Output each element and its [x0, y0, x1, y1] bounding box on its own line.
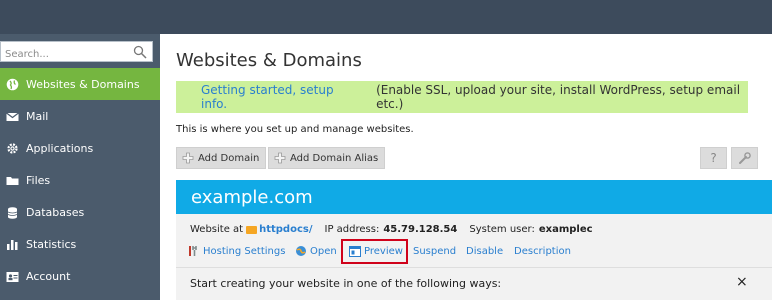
sidebar-item-websites-domains[interactable]: Websites & Domains	[0, 68, 160, 100]
bar-chart-icon	[6, 238, 19, 251]
website-path-link[interactable]: httpdocs/	[259, 224, 312, 235]
search-box[interactable]	[0, 41, 153, 64]
description-link[interactable]: Description	[514, 244, 571, 258]
envelope-icon	[6, 110, 19, 123]
wrench-icon	[738, 152, 751, 164]
folder-icon	[6, 174, 19, 187]
domain-panel: Website at httpdocs/ IP address: 45.79.1…	[176, 214, 772, 300]
preview-highlight-box	[341, 239, 408, 264]
domain-info: Website at httpdocs/ IP address: 45.79.1…	[190, 224, 593, 235]
disable-link[interactable]: Disable	[466, 244, 503, 258]
sidebar: Websites & Domains Mail Applications Fil…	[0, 34, 160, 300]
ip-address: 45.79.128.54	[383, 224, 458, 235]
divider	[176, 267, 772, 268]
help-icon: ?	[710, 151, 717, 165]
sidebar-item-label: Applications	[26, 141, 94, 155]
plus-icon	[182, 152, 194, 164]
close-icon[interactable]: ×	[736, 274, 748, 290]
suspend-link[interactable]: Suspend	[413, 244, 456, 258]
add-domain-label: Add Domain	[198, 152, 260, 164]
getting-started-text: (Enable SSL, upload your site, install W…	[376, 83, 741, 111]
sidebar-item-mail[interactable]: Mail	[0, 100, 160, 132]
help-button[interactable]: ?	[700, 147, 727, 169]
settings-button[interactable]	[731, 147, 758, 169]
globe-icon	[295, 245, 307, 257]
search-input[interactable]	[1, 45, 126, 64]
sidebar-item-label: Websites & Domains	[26, 77, 140, 91]
open-link[interactable]: Open	[295, 244, 337, 258]
hosting-settings-link[interactable]: Hosting Settings	[188, 244, 285, 258]
getting-started-link[interactable]: Getting started, setup info.	[201, 83, 354, 111]
sidebar-item-label: Statistics	[26, 237, 77, 251]
domain-name[interactable]: example.com	[191, 187, 313, 208]
database-icon	[6, 206, 19, 219]
plus-icon	[274, 152, 286, 164]
globe-icon	[6, 78, 19, 91]
folder-icon	[246, 225, 258, 234]
account-icon	[6, 270, 19, 283]
sidebar-item-label: Mail	[26, 109, 49, 123]
add-domain-button[interactable]: Add Domain	[176, 147, 267, 169]
system-user-label: System user:	[469, 224, 535, 235]
sidebar-item-databases[interactable]: Databases	[0, 196, 160, 228]
tools-icon	[188, 245, 200, 257]
sidebar-item-account[interactable]: Account	[0, 260, 160, 292]
page-description: This is where you set up and manage webs…	[176, 124, 414, 135]
add-domain-alias-label: Add Domain Alias	[290, 152, 379, 164]
sidebar-item-label: Account	[26, 269, 71, 283]
start-creating-text: Start creating your website in one of th…	[190, 277, 502, 290]
sidebar-item-files[interactable]: Files	[0, 164, 160, 196]
search-icon[interactable]	[133, 45, 147, 59]
gear-icon	[6, 142, 19, 155]
getting-started-banner: Getting started, setup info. (Enable SSL…	[176, 81, 748, 113]
sidebar-item-statistics[interactable]: Statistics	[0, 228, 160, 260]
page-title: Websites & Domains	[176, 50, 362, 71]
sidebar-item-label: Files	[26, 173, 51, 187]
website-at-label: Website at	[190, 224, 244, 235]
ip-label: IP address:	[324, 224, 380, 235]
add-domain-alias-button[interactable]: Add Domain Alias	[268, 147, 386, 169]
domain-header[interactable]: example.com	[176, 180, 772, 214]
top-bar	[0, 0, 772, 34]
sidebar-item-label: Databases	[26, 205, 85, 219]
system-user: examplec	[538, 224, 593, 235]
sidebar-item-applications[interactable]: Applications	[0, 132, 160, 164]
